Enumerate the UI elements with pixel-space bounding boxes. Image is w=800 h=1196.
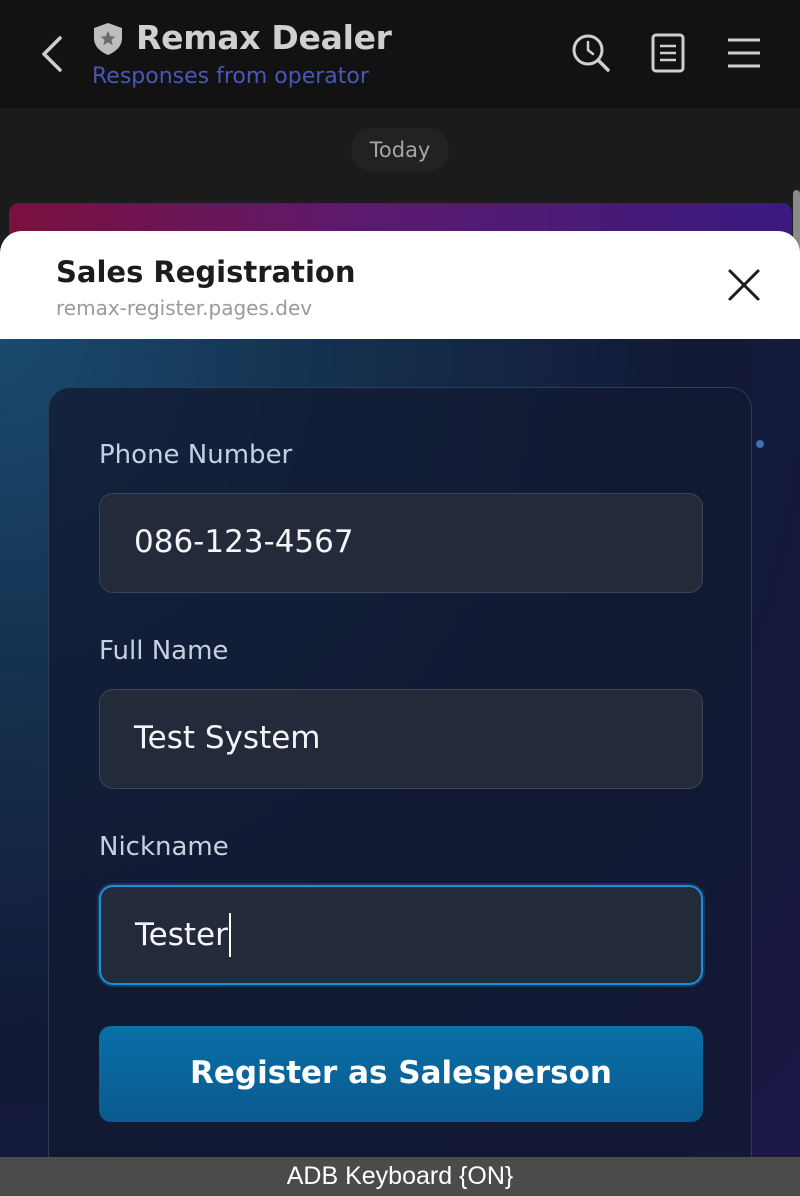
- webview-sheet-header: Sales Registration remax-register.pages.…: [0, 231, 800, 339]
- menu-icon[interactable]: [721, 30, 767, 76]
- full-name-input[interactable]: Test System: [99, 689, 703, 789]
- registration-form: Phone Number 086-123-4567 Full Name Test…: [48, 387, 752, 1157]
- search-history-icon[interactable]: [568, 30, 614, 76]
- document-icon[interactable]: [645, 30, 691, 76]
- decorative-dot: [756, 440, 764, 448]
- text-caret: [228, 912, 231, 957]
- shield-icon: [94, 23, 122, 55]
- date-separator: Today: [351, 128, 449, 172]
- phone-value: 086-123-4567: [134, 524, 354, 560]
- nickname-input[interactable]: Tester: [99, 885, 703, 985]
- full-name-value: Test System: [134, 720, 321, 756]
- chat-subtitle[interactable]: Responses from operator: [92, 64, 369, 89]
- phone-label: Phone Number: [99, 440, 293, 470]
- chat-title: Remax Dealer: [136, 18, 392, 57]
- back-icon[interactable]: [36, 30, 70, 78]
- phone-input[interactable]: 086-123-4567: [99, 493, 703, 593]
- sheet-title: Sales Registration: [56, 255, 356, 289]
- chat-header: Remax Dealer Responses from operator: [0, 0, 800, 108]
- registration-page: Phone Number 086-123-4567 Full Name Test…: [0, 339, 800, 1157]
- sheet-url: remax-register.pages.dev: [56, 296, 313, 320]
- full-name-label: Full Name: [99, 636, 229, 666]
- keyboard-status-bar: ADB Keyboard {ON}: [0, 1157, 800, 1196]
- nickname-value: Tester: [135, 917, 228, 953]
- close-icon[interactable]: [724, 265, 764, 305]
- nickname-label: Nickname: [99, 832, 229, 862]
- register-button[interactable]: Register as Salesperson: [99, 1026, 703, 1122]
